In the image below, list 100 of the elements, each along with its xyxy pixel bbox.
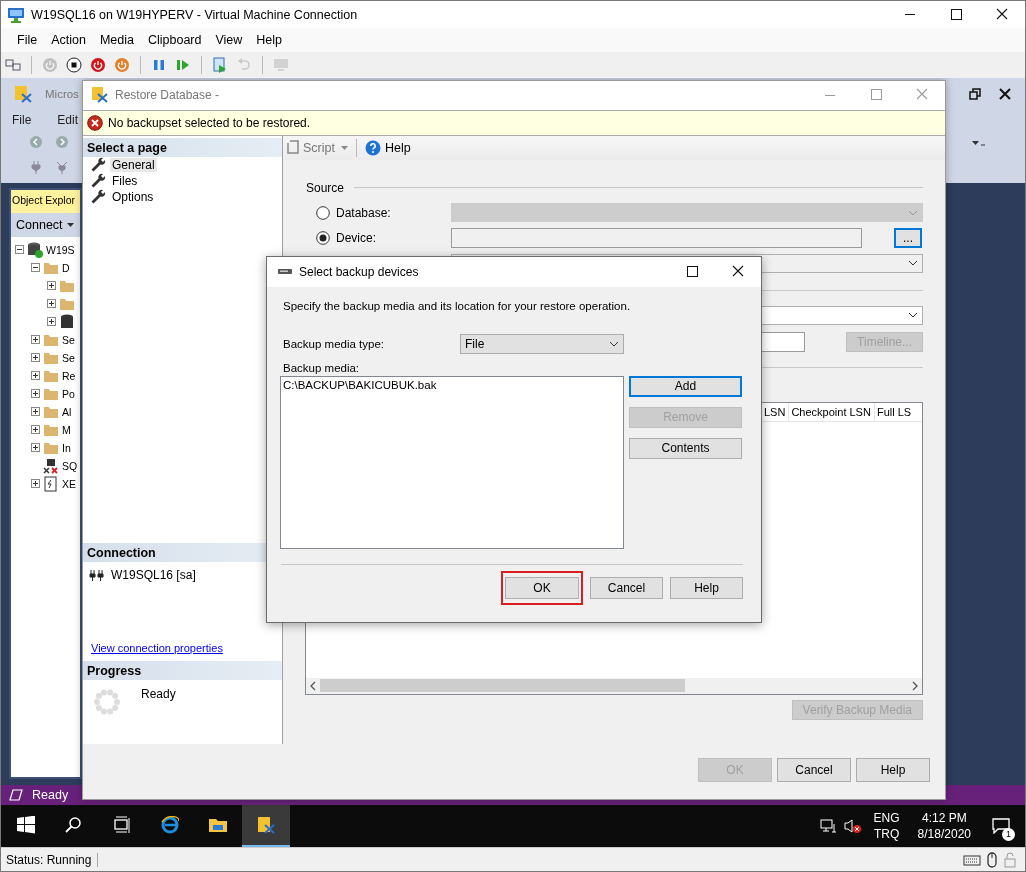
keyboard-label[interactable]: TRQ	[873, 826, 900, 843]
radio-button-selected[interactable]	[316, 230, 330, 245]
document-icon	[43, 475, 59, 492]
section-header: Progress	[83, 660, 282, 680]
monitor-icon	[7, 6, 25, 23]
clock-time[interactable]: 4:12 PM	[921, 810, 967, 827]
power-icon[interactable]	[114, 56, 130, 73]
status-text: Status: Running	[1, 852, 99, 867]
menu-item[interactable]: Help	[249, 33, 290, 47]
wrench-icon	[90, 172, 106, 189]
menu-item[interactable]: Clipboard	[140, 33, 209, 47]
tree-item[interactable]: Re	[62, 369, 76, 382]
tools-icon	[91, 86, 109, 105]
expand-icon[interactable]	[31, 371, 40, 381]
expand-icon[interactable]	[31, 443, 40, 453]
browser-icon	[161, 816, 179, 835]
tree-item[interactable]: Se	[62, 333, 75, 346]
language-label[interactable]: ENG	[873, 810, 900, 827]
expand-icon[interactable]	[47, 281, 56, 291]
column-header[interactable]: Full LS	[874, 402, 912, 421]
document-icon[interactable]	[212, 56, 228, 73]
column-header[interactable]: Checkpoint LSN	[789, 402, 875, 421]
plug-icon	[89, 567, 105, 582]
notification-button[interactable]: 1	[983, 811, 1019, 842]
tree-item[interactable]: Se	[62, 351, 75, 364]
stop-icon[interactable]	[66, 56, 82, 73]
power-icon[interactable]	[90, 56, 106, 73]
page-item[interactable]: Options	[110, 189, 156, 204]
expand-icon[interactable]	[47, 299, 56, 309]
menu-item[interactable]: File	[10, 33, 45, 47]
expand-icon[interactable]	[31, 335, 40, 345]
expand-icon[interactable]	[31, 407, 40, 417]
expand-icon[interactable]	[31, 479, 40, 489]
expand-icon[interactable]	[31, 425, 40, 435]
dialog-button[interactable]: Help	[856, 757, 930, 782]
scroll-icon	[287, 139, 299, 156]
tree-item[interactable]: In	[62, 441, 71, 454]
collapse-icon[interactable]	[15, 245, 24, 255]
chevron-icon	[609, 340, 619, 347]
page-item[interactable]: Files	[110, 173, 140, 188]
media-type-dropdown[interactable]: File	[460, 333, 624, 354]
agent-icon	[43, 457, 59, 474]
expand-icon[interactable]	[31, 389, 40, 399]
close-icon[interactable]	[999, 87, 1011, 100]
scrollbar-thumb[interactable]	[320, 679, 685, 693]
keyboard-icon[interactable]	[5, 56, 21, 73]
scroll-left-icon[interactable]	[309, 680, 317, 691]
help-button[interactable]: Help	[364, 139, 411, 156]
panel-title: Object Explor	[11, 189, 80, 213]
text-field[interactable]	[451, 227, 862, 248]
lock-icon	[1003, 851, 1017, 868]
error-icon	[87, 114, 103, 131]
chevron-icon	[908, 260, 918, 267]
keyboard-icon	[963, 853, 981, 866]
menu-item[interactable]: Action	[44, 33, 93, 47]
windows-icon	[17, 816, 35, 835]
page-item[interactable]: General	[110, 157, 157, 172]
tree-item[interactable]: XE	[62, 477, 76, 490]
menu-item[interactable]: File	[6, 112, 38, 127]
dialog-button[interactable]: Cancel	[777, 757, 851, 782]
dialog-button[interactable]: Contents	[629, 437, 742, 459]
group-label: Source	[306, 180, 345, 195]
connection-name: W19SQL16 [sa]	[111, 567, 196, 582]
dialog-button[interactable]: OK	[505, 576, 579, 599]
menu-item[interactable]: View	[208, 33, 250, 47]
dialog-button[interactable]: Add	[629, 375, 742, 397]
restore-icon[interactable]	[969, 87, 981, 100]
script-button[interactable]: Script	[287, 139, 335, 156]
database-icon	[27, 241, 43, 258]
dialog-title: Select backup devices	[299, 264, 420, 279]
search-icon	[65, 816, 83, 835]
scroll-right-icon[interactable]	[911, 680, 919, 691]
expand-icon[interactable]	[47, 317, 56, 327]
clock-date[interactable]: 8/18/2020	[917, 826, 971, 843]
browse-button[interactable]: ...	[894, 227, 922, 248]
dialog-button[interactable]: Cancel	[590, 576, 663, 599]
tape-drive-icon	[277, 266, 293, 277]
list-item[interactable]: C:\BACKUP\BAKICUBUK.bak	[283, 378, 621, 391]
speaker-icon[interactable]	[843, 818, 862, 835]
collapse-icon[interactable]	[31, 263, 40, 273]
menu-item[interactable]: Edit	[51, 112, 85, 127]
tree-item[interactable]: Po	[62, 387, 75, 400]
tree-item[interactable]: W19S	[46, 243, 75, 256]
menu-item[interactable]: Media	[92, 33, 141, 47]
expand-icon[interactable]	[31, 353, 40, 363]
tree-item[interactable]: Al	[62, 405, 72, 418]
window-title: W19SQL16 on W19HYPERV - Virtual Machine Connection	[31, 7, 359, 22]
description-text: Specify the backup media and its location for your restore operation.	[282, 299, 632, 312]
radio-label[interactable]: Device:	[336, 230, 376, 245]
tree-item[interactable]: M	[62, 423, 71, 436]
tree-item[interactable]: SQ	[62, 459, 78, 472]
tools-icon	[13, 83, 33, 104]
status-text: Ready	[32, 788, 69, 803]
error-message: No backupset selected to be restored.	[108, 115, 311, 130]
connection-link[interactable]: View connection properties	[91, 641, 223, 654]
taskbar-button[interactable]	[242, 805, 290, 848]
network-icon[interactable]	[819, 818, 838, 835]
tree-item[interactable]: D	[62, 261, 70, 274]
wrench-icon	[90, 156, 106, 173]
dialog-button[interactable]: Help	[670, 576, 743, 599]
